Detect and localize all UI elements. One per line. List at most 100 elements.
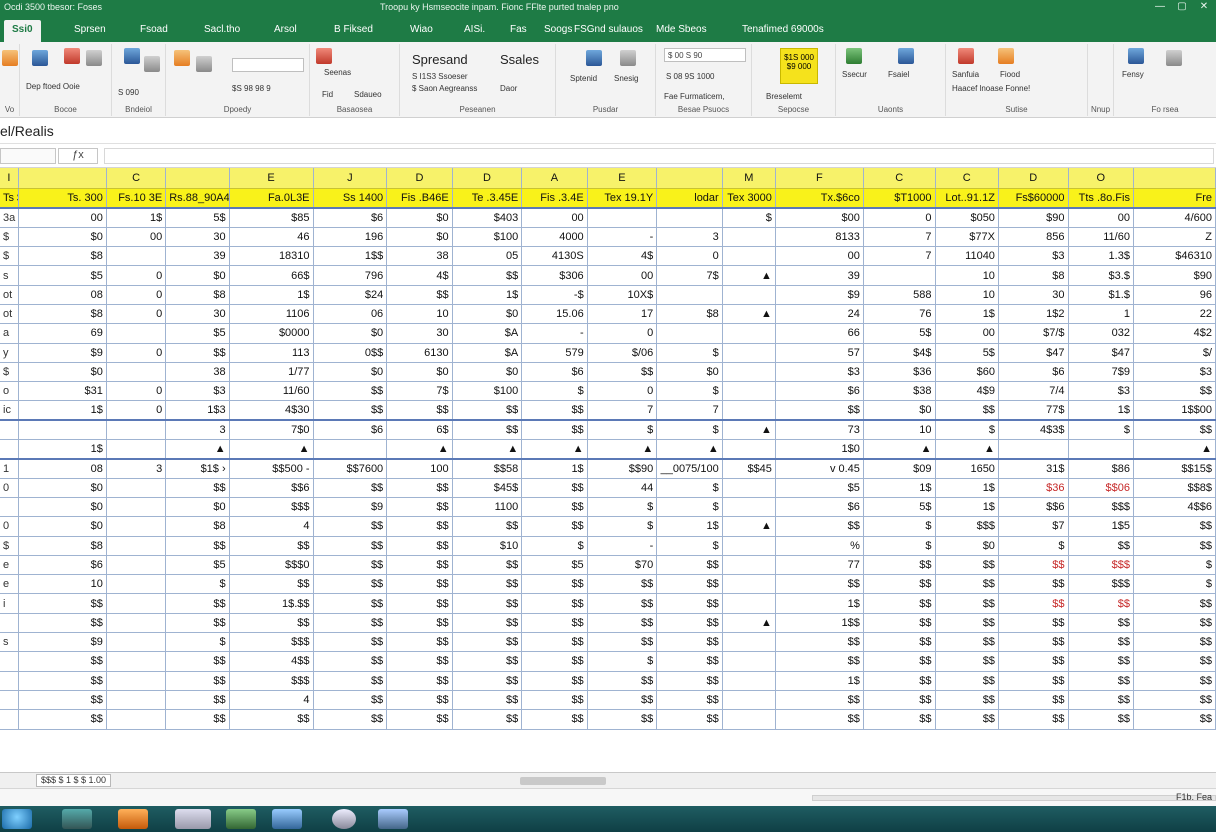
table-cell[interactable]: $ <box>935 420 999 441</box>
column-header[interactable]: M <box>722 168 776 189</box>
table-cell[interactable]: $4$ <box>863 343 936 363</box>
table-cell[interactable] <box>587 208 658 228</box>
table-cell[interactable]: $$ <box>935 555 999 576</box>
table-cell[interactable]: $$ <box>452 516 523 537</box>
table-cell[interactable] <box>722 439 776 460</box>
table-cell[interactable] <box>106 671 167 691</box>
table-cell[interactable]: 0 <box>656 246 723 267</box>
table-cell[interactable]: $8 <box>165 516 230 537</box>
table-cell[interactable]: $$ <box>313 555 388 576</box>
table-cell[interactable]: $$ <box>452 690 523 711</box>
table-cell[interactable]: 4$ <box>386 265 453 286</box>
table-cell[interactable]: $0 <box>18 362 107 383</box>
table-cell[interactable]: $$ <box>313 381 388 402</box>
table-cell[interactable]: $$ <box>998 651 1069 672</box>
tab-fas[interactable]: Fas <box>502 20 535 42</box>
table-cell[interactable]: $$ <box>452 574 523 595</box>
table-cell[interactable]: 7 <box>656 400 723 422</box>
column-header[interactable] <box>18 168 107 189</box>
table-cell[interactable]: $38 <box>863 381 936 402</box>
table-cell[interactable]: 1$$ <box>313 246 388 267</box>
table-cell[interactable]: $$ <box>1133 420 1216 441</box>
table-cell[interactable]: $ <box>1133 555 1216 576</box>
table-cell[interactable]: $$ <box>1133 536 1216 556</box>
table-cell[interactable]: $306 <box>521 265 588 286</box>
table-cell[interactable]: $$ <box>18 671 107 691</box>
row-header-cell[interactable] <box>0 709 19 730</box>
table-cell[interactable]: $$15$ <box>1133 458 1216 479</box>
table-cell[interactable]: $0 <box>386 227 453 248</box>
table-cell[interactable]: 96 <box>1133 285 1216 305</box>
table-cell[interactable]: $$ <box>521 690 588 711</box>
table-cell[interactable]: ▲ <box>722 420 776 441</box>
table-cell[interactable]: 6$ <box>386 420 453 441</box>
table-cell[interactable]: 7/4 <box>998 381 1069 402</box>
taskbar-files-icon[interactable] <box>272 809 302 829</box>
table-cell[interactable]: $$ <box>313 632 388 653</box>
table-cell[interactable]: $0 <box>863 400 936 422</box>
table-cell[interactable] <box>722 574 776 595</box>
table-cell[interactable]: $70 <box>587 555 658 576</box>
row-header-cell[interactable]: $ <box>0 246 19 267</box>
table-cell[interactable]: 5$ <box>863 497 936 518</box>
table-cell[interactable]: 7 <box>863 227 936 248</box>
table-cell[interactable] <box>106 246 167 267</box>
table-cell[interactable]: $$ <box>656 651 723 672</box>
table-cell[interactable]: $100 <box>452 381 523 402</box>
tab-view[interactable]: Wiao <box>402 20 441 42</box>
table-cell[interactable] <box>1068 439 1134 460</box>
table-cell[interactable]: $$ <box>165 536 230 556</box>
table-cell[interactable]: $$ <box>521 709 588 730</box>
table-cell[interactable]: ▲ <box>935 439 999 460</box>
table-cell[interactable]: $$ <box>229 709 314 730</box>
table-cell[interactable]: $6 <box>313 420 388 441</box>
table-cell[interactable]: $$ <box>386 400 453 422</box>
row-header-cell[interactable]: $ <box>0 362 19 383</box>
table-cell[interactable]: $$ <box>587 690 658 711</box>
table-cell[interactable]: 39 <box>165 246 230 267</box>
table-cell[interactable]: $0 <box>165 265 230 286</box>
table-cell[interactable]: $$ <box>775 709 864 730</box>
table-cell[interactable]: $0 <box>656 362 723 383</box>
table-cell[interactable]: $$ <box>386 709 453 730</box>
header-cell[interactable]: Fis .3.4E <box>521 188 588 209</box>
table-cell[interactable]: $3 <box>1068 381 1134 402</box>
table-cell[interactable]: 00 <box>587 265 658 286</box>
table-cell[interactable]: 1$ <box>106 208 167 228</box>
table-cell[interactable]: 46 <box>229 227 314 248</box>
table-cell[interactable] <box>722 362 776 383</box>
table-cell[interactable]: $3 <box>1133 362 1216 383</box>
sort-icon[interactable] <box>586 50 602 66</box>
table-cell[interactable]: ▲ <box>587 439 658 460</box>
table-cell[interactable]: $050 <box>935 208 999 228</box>
table-cell[interactable]: $$ <box>998 613 1069 634</box>
table-cell[interactable]: $ <box>587 651 658 672</box>
table-cell[interactable] <box>998 439 1069 460</box>
sheet-tab-active[interactable]: $$$ $ 1 $ $ 1.00 <box>36 774 112 787</box>
row-header-cell[interactable]: 0 <box>0 516 19 537</box>
table-cell[interactable]: $45$ <box>452 478 523 498</box>
table-cell[interactable]: $$ <box>521 574 588 595</box>
table-cell[interactable]: $$ <box>656 671 723 691</box>
table-cell[interactable]: 11/60 <box>1068 227 1134 248</box>
table-cell[interactable]: $$ <box>165 593 230 614</box>
table-cell[interactable]: $$ <box>313 478 388 498</box>
table-cell[interactable]: 4$ <box>587 246 658 267</box>
table-cell[interactable]: $$ <box>1133 632 1216 653</box>
column-header[interactable]: D <box>452 168 523 189</box>
row-header-cell[interactable]: $ <box>0 227 19 248</box>
tab-sbeos[interactable]: Mde Sbeos <box>648 20 715 42</box>
table-cell[interactable] <box>106 632 167 653</box>
table-cell[interactable]: 00 <box>775 246 864 267</box>
spreadsheet-grid[interactable]: ICEJDDAEMFCCDO Ts $5000Ts. 300Fs.10 3ERs… <box>0 168 1216 772</box>
table-cell[interactable]: 1/77 <box>229 362 314 383</box>
header-cell[interactable]: Tx.$6co <box>775 188 864 209</box>
table-cell[interactable]: $$ <box>935 574 999 595</box>
table-cell[interactable]: $5 <box>18 265 107 286</box>
table-cell[interactable]: $ <box>722 208 776 228</box>
column-header[interactable]: C <box>863 168 936 189</box>
table-cell[interactable]: 196 <box>313 227 388 248</box>
table-cell[interactable]: 4$9 <box>935 381 999 402</box>
table-cell[interactable]: 1$ <box>775 593 864 614</box>
row-header-cell[interactable]: 1 <box>0 458 19 479</box>
